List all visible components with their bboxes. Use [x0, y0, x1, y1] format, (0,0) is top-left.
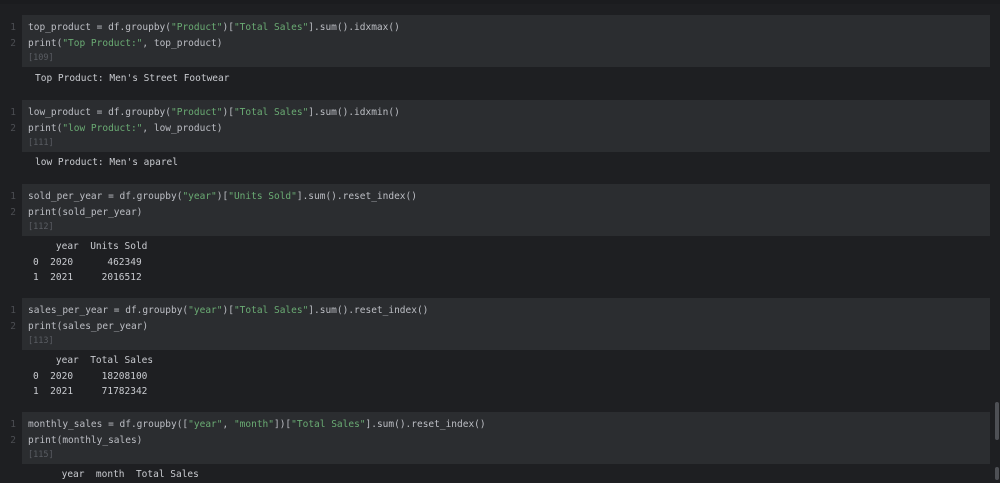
code-token: ].sum().idxmax()	[308, 22, 400, 33]
code-token: )[	[216, 191, 229, 202]
code-cell[interactable]: 1 sales_per_year = df.groupby("year")["To…	[10, 298, 990, 350]
code-cell[interactable]: 1 low_product = df.groupby("Product")["To…	[10, 100, 990, 152]
cell-output: year month Total Sales	[33, 469, 199, 480]
code-cell[interactable]: 1 top_product = df.groupby("Product")["To…	[10, 15, 990, 67]
code-token: ,	[222, 419, 234, 430]
code-token: top_product = df.groupby(	[28, 22, 171, 33]
code-token: , top_product)	[142, 38, 223, 49]
code-token: )[	[222, 305, 234, 316]
cell-output: year Total Sales 0 2020 18208100 1 2021 …	[33, 355, 154, 397]
line-number: 1	[10, 305, 16, 316]
code-line[interactable]: low_product = df.groupby("Product")["Tot…	[28, 107, 400, 118]
execution-count: [109]	[28, 53, 54, 63]
line-number: 1	[10, 107, 16, 118]
code-token: ].sum().reset_index()	[365, 419, 486, 430]
string-literal: "Total Sales"	[233, 107, 309, 118]
code-cell[interactable]: 1 monthly_sales = df.groupby(["year", "mo…	[10, 412, 990, 464]
top-border	[0, 0, 1000, 4]
code-token: ].sum().reset_index()	[308, 305, 429, 316]
execution-count: [113]	[28, 336, 54, 346]
string-literal: "Top Product:"	[62, 38, 143, 49]
scrollbar-thumb[interactable]	[995, 402, 999, 440]
code-token: ].sum().idxmin()	[308, 107, 400, 118]
code-line[interactable]: print(sales_per_year)	[28, 321, 148, 332]
code-token: low_product = df.groupby(	[28, 107, 171, 118]
execution-count: [115]	[28, 450, 54, 460]
cell-output: year Units Sold 0 2020 462349 1 2021 201…	[33, 241, 148, 283]
string-literal: "month"	[233, 419, 274, 430]
line-number: 2	[10, 321, 16, 332]
code-token: print(	[28, 123, 63, 134]
line-number: 1	[10, 419, 16, 430]
line-number: 2	[10, 435, 16, 446]
code-line[interactable]: top_product = df.groupby("Product")["Tot…	[28, 22, 400, 33]
string-literal: "low Product:"	[62, 123, 143, 134]
execution-count: [111]	[28, 138, 54, 148]
code-line[interactable]: sales_per_year = df.groupby("year")["Tot…	[28, 305, 428, 316]
line-number: 1	[10, 191, 16, 202]
code-line[interactable]: sold_per_year = df.groupby("year")["Unit…	[28, 191, 417, 202]
code-line[interactable]: print(sold_per_year)	[28, 207, 142, 218]
code-line[interactable]: print("Top Product:", top_product)	[28, 38, 222, 49]
code-token: )[	[222, 107, 234, 118]
code-line[interactable]: monthly_sales = df.groupby(["year", "mon…	[28, 419, 486, 430]
code-token: print(monthly_sales)	[28, 435, 143, 446]
code-token: print(	[28, 38, 63, 49]
string-literal: "Total Sales"	[233, 305, 309, 316]
string-literal: "Total Sales"	[291, 419, 366, 430]
execution-count: [112]	[28, 222, 54, 232]
code-token: monthly_sales = df.groupby([	[28, 419, 189, 430]
code-cell[interactable]: 1 sold_per_year = df.groupby("year")["Uni…	[10, 184, 990, 236]
line-number: 2	[10, 38, 16, 49]
code-token: sold_per_year = df.groupby(	[28, 191, 183, 202]
string-literal: "year"	[182, 191, 217, 202]
cell-output: low Product: Men's aparel	[35, 157, 178, 168]
cell-output: Top Product: Men's Street Footwear	[35, 73, 230, 84]
code-token: print(sold_per_year)	[28, 207, 143, 218]
string-literal: "Units Sold"	[228, 191, 297, 202]
string-literal: "year"	[188, 419, 223, 430]
string-literal: "Total Sales"	[233, 22, 309, 33]
scrollbar-thumb-secondary[interactable]	[995, 467, 999, 480]
string-literal: "Product"	[171, 107, 223, 118]
string-literal: "year"	[188, 305, 223, 316]
code-token: )[	[222, 22, 234, 33]
line-number: 1	[10, 22, 16, 33]
code-token: sales_per_year = df.groupby(	[28, 305, 189, 316]
string-literal: "Product"	[171, 22, 223, 33]
code-token: , low_product)	[142, 123, 223, 134]
code-line[interactable]: print("low Product:", low_product)	[28, 123, 222, 134]
code-line[interactable]: print(monthly_sales)	[28, 435, 142, 446]
line-number: 2	[10, 123, 16, 134]
code-token: print(sales_per_year)	[28, 321, 149, 332]
line-number: 2	[10, 207, 16, 218]
code-token: ])[	[273, 419, 292, 430]
code-token: ].sum().reset_index()	[296, 191, 417, 202]
